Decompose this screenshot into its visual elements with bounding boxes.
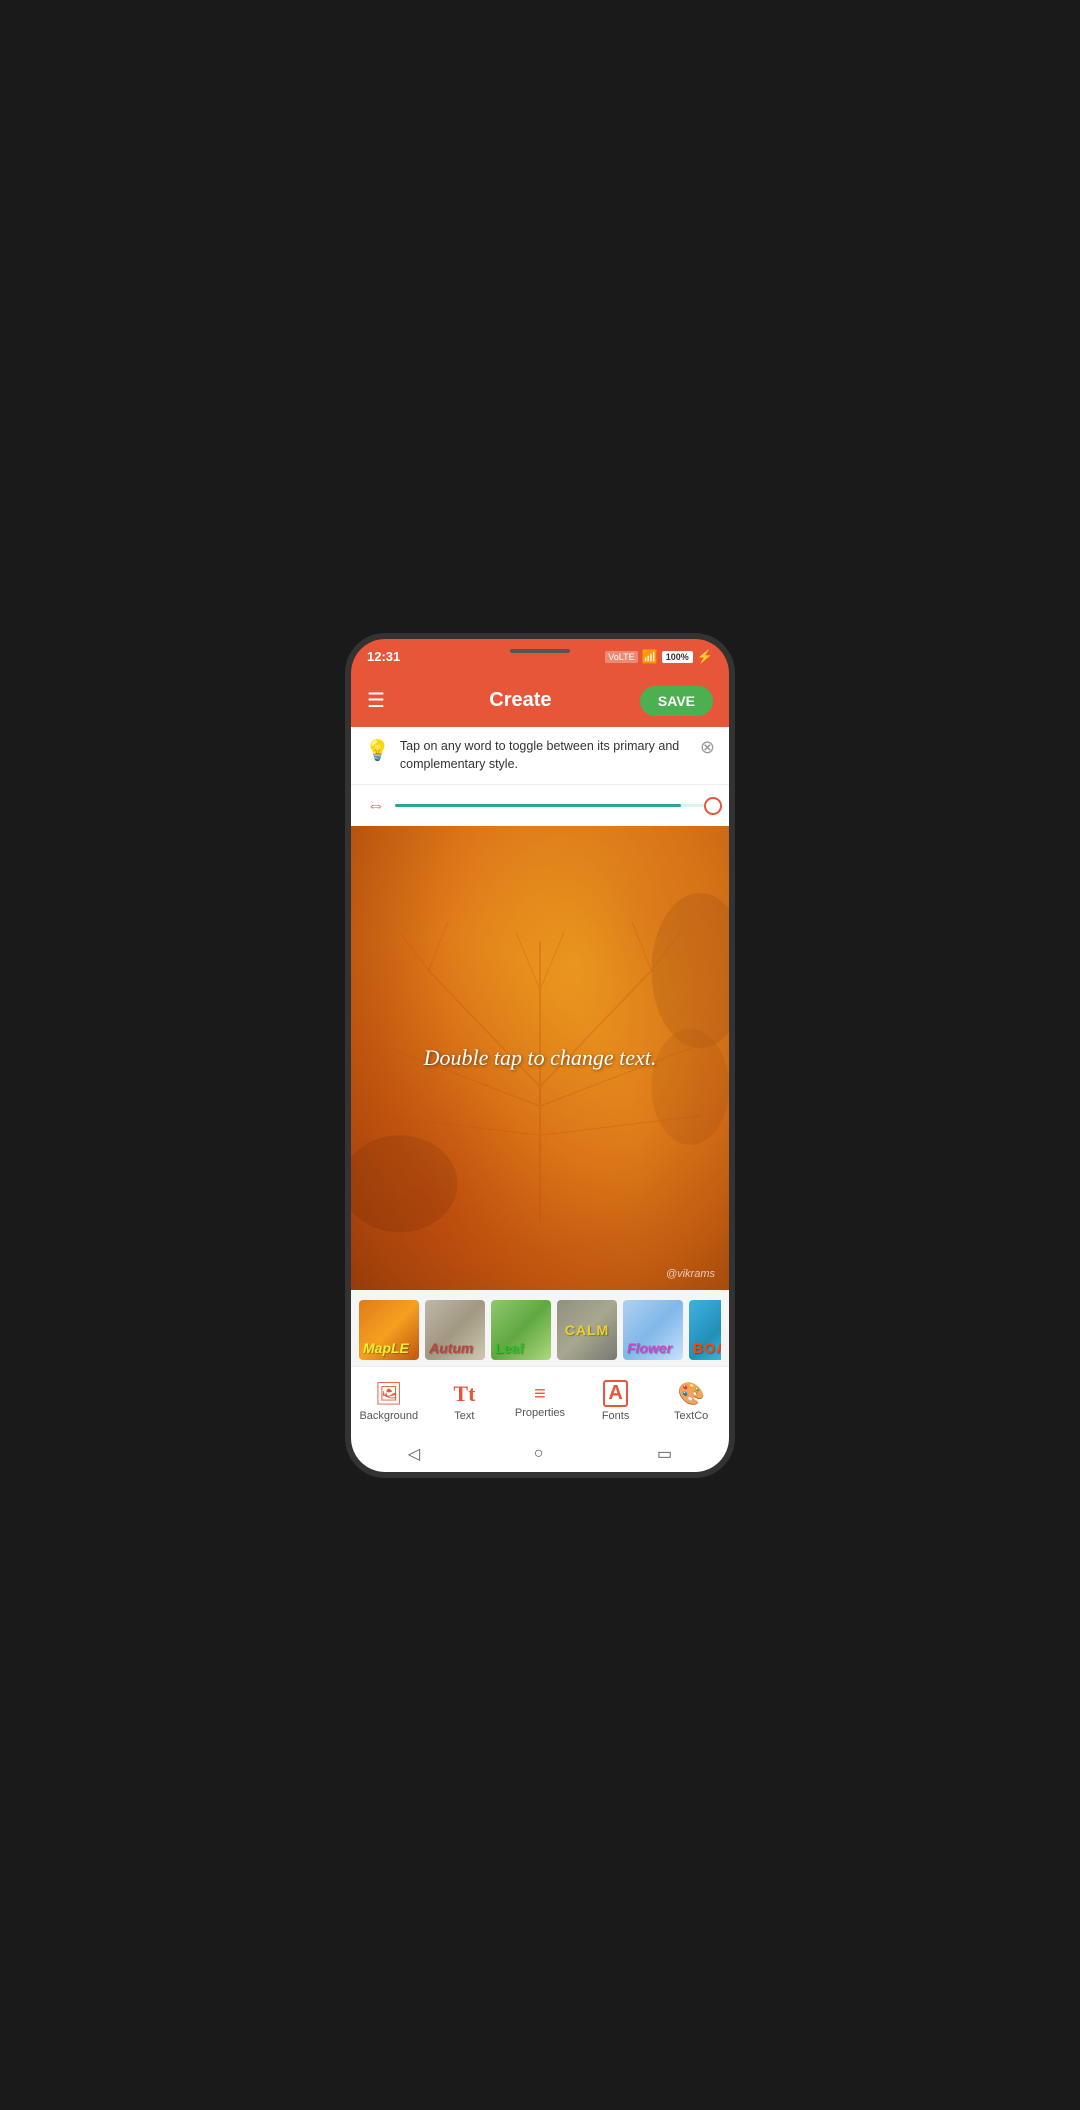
textcolor-label: TextCo [674, 1410, 708, 1422]
tip-text: Tap on any word to toggle between its pr… [400, 737, 690, 775]
thumbnail-boat-label: BOAT [693, 1340, 721, 1356]
back-button[interactable]: ◁ [408, 1444, 420, 1464]
tip-lightbulb-icon: 💡 [365, 738, 390, 763]
width-slider-row: ⇔ [351, 785, 729, 826]
app-header: ☰ Create SAVE [351, 675, 729, 727]
recents-button[interactable]: ▭ [657, 1444, 672, 1464]
canvas-instruction-text[interactable]: Double tap to change text. [424, 1045, 657, 1071]
slider-fill [395, 804, 681, 807]
tip-close-button[interactable]: ⊗ [700, 737, 715, 758]
thumbnail-flower-label: Flower [627, 1340, 672, 1356]
thumbnail-calm-label: CALM [565, 1322, 609, 1338]
tip-bar: 💡 Tap on any word to toggle between its … [351, 727, 729, 786]
background-icon: 🖼 [375, 1381, 403, 1407]
slider-track[interactable] [395, 804, 713, 807]
canvas-background: Double tap to change text. @vikrams [351, 826, 729, 1290]
nav-fonts[interactable]: A Fonts [586, 1380, 646, 1422]
thumbnails-row: MapLE Autum Leaf CALM [359, 1300, 721, 1360]
text-label: Text [454, 1410, 474, 1422]
resize-icon: ⇔ [367, 795, 385, 816]
text-icon: Tt [453, 1381, 475, 1407]
thumbnail-leaf-label: Leaf [495, 1340, 524, 1356]
thumbnail-calm[interactable]: CALM [557, 1300, 617, 1360]
canvas-area[interactable]: Double tap to change text. @vikrams [351, 826, 729, 1290]
properties-label: Properties [515, 1407, 565, 1419]
nav-properties[interactable]: ≡ Properties [510, 1384, 570, 1419]
battery-indicator: 100% [662, 651, 693, 663]
charging-icon: ⚡ [697, 649, 713, 665]
signal-icon: 📶 [642, 649, 658, 665]
fonts-icon: A [603, 1380, 627, 1407]
nav-text[interactable]: Tt Text [434, 1381, 494, 1422]
fonts-label: Fonts [602, 1410, 630, 1422]
notch-bar [510, 649, 570, 653]
thumbnail-autumn-label: Autum [429, 1340, 473, 1356]
phone-frame: 12:31 VoLTE 📶 100% ⚡ ☰ Create SAVE 💡 Tap… [345, 633, 735, 1478]
thumbnail-boat[interactable]: BOAT [689, 1300, 721, 1360]
thumbnail-autumn[interactable]: Autum [425, 1300, 485, 1360]
menu-icon[interactable]: ☰ [367, 688, 385, 713]
textcolor-icon: 🎨 [677, 1381, 704, 1407]
thumbnail-maple[interactable]: MapLE [359, 1300, 419, 1360]
header-title: Create [401, 689, 640, 712]
thumbnail-leaf[interactable]: Leaf [491, 1300, 551, 1360]
system-nav: ◁ ○ ▭ [351, 1436, 729, 1472]
background-label: Background [359, 1410, 418, 1422]
save-button[interactable]: SAVE [640, 686, 713, 716]
slider-thumb[interactable] [704, 797, 722, 815]
status-icons: VoLTE 📶 100% ⚡ [605, 649, 713, 665]
thumbnail-maple-label: MapLE [363, 1340, 409, 1356]
thumbnail-flower[interactable]: Flower [623, 1300, 683, 1360]
properties-icon: ≡ [534, 1384, 546, 1404]
status-time: 12:31 [367, 649, 400, 664]
watermark-text: @vikrams [666, 1268, 715, 1280]
bottom-nav: 🖼 Background Tt Text ≡ Properties A Font… [351, 1366, 729, 1436]
thumbnails-section: MapLE Autum Leaf CALM [351, 1290, 729, 1366]
nav-textcolor[interactable]: 🎨 TextCo [661, 1381, 721, 1422]
nav-background[interactable]: 🖼 Background [359, 1381, 419, 1422]
volte-icon: VoLTE [605, 651, 637, 663]
home-button[interactable]: ○ [534, 1445, 544, 1463]
status-bar: 12:31 VoLTE 📶 100% ⚡ [351, 639, 729, 675]
